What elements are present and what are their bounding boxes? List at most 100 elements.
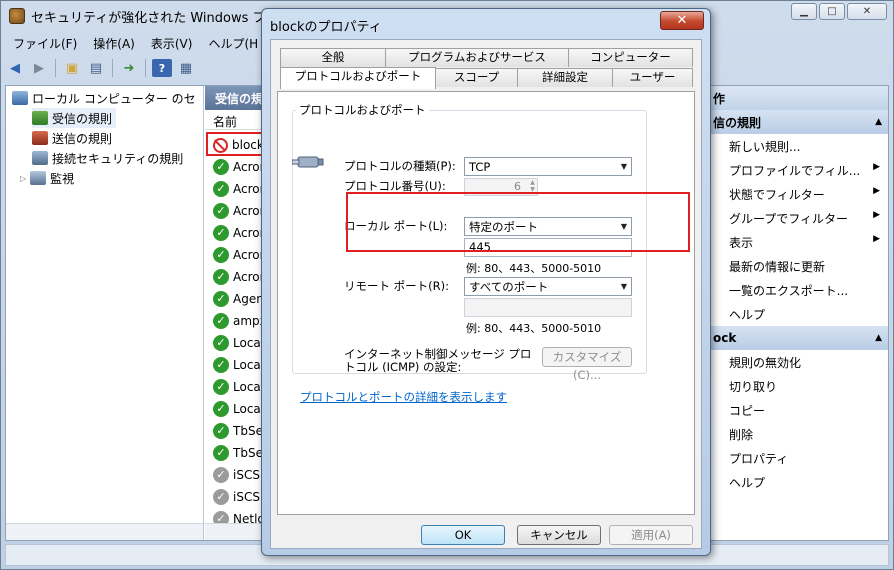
rule-row[interactable]: ✓ Acron [213,244,267,266]
collapse-up-icon[interactable]: ▲ [875,117,882,127]
tab-computers[interactable]: コンピューター [568,48,693,67]
ok-button[interactable]: OK [421,525,505,545]
tree-root-label: ローカル コンピューター のセ [32,91,196,106]
action-item[interactable]: 切り取り [707,374,888,398]
back-arrow-icon[interactable]: ◀ [5,59,25,77]
action-item[interactable]: グループでフィルター ▶ [707,206,888,230]
action-label: コピー [729,404,766,418]
action-item[interactable]: ヘルプ [707,302,888,326]
action-item[interactable]: コピー [707,398,888,422]
connection-security-icon [32,151,48,165]
submenu-arrow-icon: ▶ [873,186,880,196]
rule-row[interactable]: ✓ TbSer [213,442,268,464]
dialog-body: 全般 プログラムおよびサービス コンピューター プロトコルおよびポート スコープ… [270,39,702,549]
action-item[interactable]: プロファイルでフィル... ▶ [707,158,888,182]
remote-port-select[interactable]: すべてのポート ▼ [464,277,632,296]
enabled-check-icon: ✓ [213,423,229,439]
tree-root[interactable]: ローカル コンピューター のセ [12,88,196,108]
enabled-check-icon: ✓ [213,291,229,307]
rule-row[interactable]: ✓ TbSer [213,420,268,442]
export-icon[interactable]: ➜ [119,59,139,77]
main-window-title: セキュリティが強化された Windows ファ [31,10,279,26]
remote-port-label: リモート ポート(R): [344,279,449,293]
action-pane-icon[interactable]: ▦ [176,59,196,77]
tab-scope[interactable]: スコープ [435,68,518,87]
action-item[interactable]: 一覧のエクスポート... [707,278,888,302]
local-port-hint: 例: 80、443、5000-5010 [466,262,602,275]
enabled-check-icon: ✓ [213,445,229,461]
minimize-button[interactable]: ▁ [791,3,817,20]
icmp-settings-label: インターネット制御メッセージ プロトコル (ICMP) の設定: [344,347,532,374]
action-item[interactable]: 削除 [707,422,888,446]
rule-row[interactable]: ✓ Acron [213,156,267,178]
action-label: 規則の無効化 [729,356,802,370]
action-item[interactable]: 新しい規則... [707,134,888,158]
tab-programs-services[interactable]: プログラムおよびサービス [385,48,569,67]
rule-name: Local [233,380,265,394]
rule-row[interactable]: ✓ Local [213,376,264,398]
menu-bar: ファイル(F) 操作(A) 表示(V) ヘルプ(H [5,33,266,53]
tab-users[interactable]: ユーザー [612,68,693,87]
forward-arrow-icon[interactable]: ▶ [29,59,49,77]
protocol-port-details-link[interactable]: プロトコルとポートの詳細を表示します [300,389,507,405]
rule-row[interactable]: ✓ Local [213,354,264,376]
show-tree-icon[interactable]: ▤ [86,59,106,77]
tab-advanced[interactable]: 詳細設定 [517,68,613,87]
action-item[interactable]: ヘルプ [707,470,888,494]
customize-button[interactable]: カスタマイズ(C)... [542,347,632,382]
action-item[interactable]: 表示 ▶ [707,230,888,254]
inbound-rules-icon [32,111,48,125]
action-label: 新しい規則... [729,140,801,154]
main-close-button[interactable]: ✕ [847,3,887,20]
tree-horizontal-scrollbar[interactable] [6,523,203,540]
menu-file[interactable]: ファイル(F) [5,33,85,53]
action-item[interactable]: プロパティ [707,446,888,470]
action-item[interactable]: 最新の情報に更新 [707,254,888,278]
rule-row[interactable]: ✓ Local [213,332,264,354]
rule-row[interactable]: ✓ Local [213,398,264,420]
rule-row[interactable]: ✓ iSCSI [213,464,264,486]
actions-section-inbound[interactable]: 信の規則 ▲ [707,110,888,134]
rule-row[interactable]: ✓ Acron [213,222,267,244]
actions-header: 作 [707,86,888,110]
tree-item-inbound[interactable]: 受信の規則 [32,108,117,128]
tab-general[interactable]: 全般 [280,48,386,67]
enabled-check-icon: ✓ [213,203,229,219]
dialog-title: blockのプロパティ [270,20,382,35]
help-icon[interactable]: ? [152,59,172,77]
up-folder-icon[interactable]: ▣ [62,59,82,77]
maximize-button[interactable]: □ [819,3,845,20]
menu-help[interactable]: ヘルプ(H [200,33,266,53]
rule-row[interactable]: ✓ Acron [213,266,267,288]
actions-list-block: 規則の無効化切り取りコピー削除 プロパティ ヘルプ [707,350,888,494]
action-item[interactable]: 規則の無効化 [707,350,888,374]
action-item[interactable]: 状態でフィルター ▶ [707,182,888,206]
rule-row[interactable]: ✓ iSCSI [213,486,264,508]
rule-row[interactable]: ✓ Acron [213,200,267,222]
tab-protocols-ports[interactable]: プロトコルおよびポート [280,67,436,89]
actions-section-block[interactable]: ock ▲ [707,326,888,350]
tree-item-outbound[interactable]: 送信の規則 [32,128,112,148]
remote-port-input[interactable] [464,298,632,317]
rule-name: Local [233,402,265,416]
remote-port-value: すべてのポート [469,279,549,294]
menu-action[interactable]: 操作(A) [85,33,143,53]
enabled-check-icon: ✓ [213,159,229,175]
rule-row[interactable]: ✓ ampx [213,310,267,332]
menu-view[interactable]: 表示(V) [143,33,201,53]
action-label: 最新の情報に更新 [729,260,826,274]
rule-name: iSCSI [233,468,264,482]
actions-header-label: 作 [713,91,726,106]
rule-row[interactable]: ✓ Acron [213,178,267,200]
collapse-up-icon[interactable]: ▲ [875,333,882,343]
cancel-button[interactable]: キャンセル [517,525,601,545]
expand-arrow-icon[interactable]: ▷ [20,174,26,183]
action-label: プロファイルでフィル... [729,164,861,178]
apply-button[interactable]: 適用(A) [609,525,693,545]
tree-item-monitor[interactable]: ▷ 監視 [20,168,74,188]
protocol-type-select[interactable]: TCP ▼ [464,157,632,176]
navigation-tree: ローカル コンピューター のセ 受信の規則 送信の規則 接続セキュリティの規則 … [6,86,204,540]
tree-item-connection-security[interactable]: 接続セキュリティの規則 [32,148,183,168]
disabled-check-icon: ✓ [213,489,229,505]
dialog-close-button[interactable]: ✕ [660,11,704,30]
